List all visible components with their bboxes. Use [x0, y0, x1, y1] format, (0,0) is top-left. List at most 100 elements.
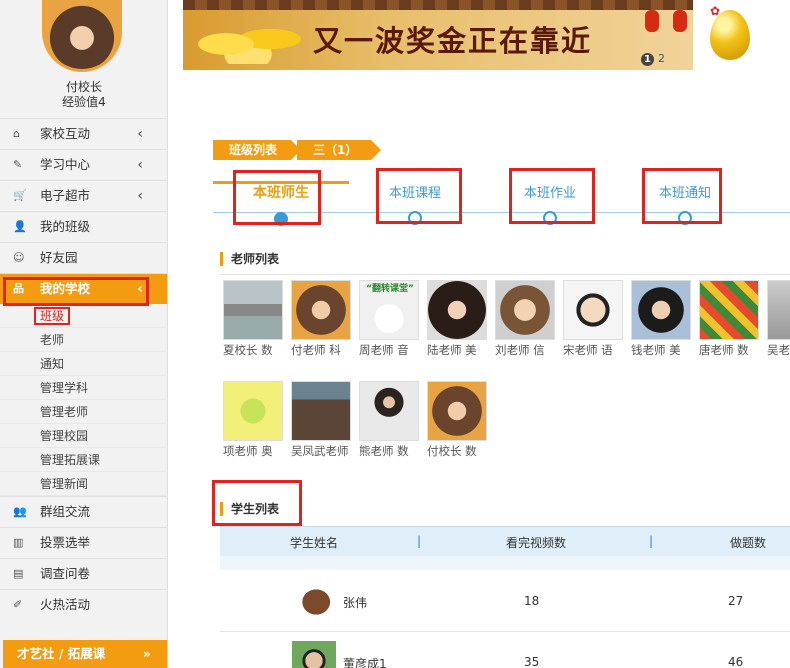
- submenu-item-4[interactable]: 管理老师: [0, 400, 167, 424]
- column-student-name[interactable]: 学生姓名: [290, 534, 338, 551]
- teacher-photo[interactable]: [495, 280, 555, 340]
- banner-page-current[interactable]: 1: [641, 53, 654, 66]
- teacher-name: 宋老师 语: [563, 343, 613, 357]
- breadcrumb-class-list[interactable]: 班级列表: [213, 140, 302, 160]
- divider: [220, 274, 790, 275]
- teacher-name: 付老师 科: [291, 343, 341, 357]
- teacher-photo[interactable]: [291, 381, 351, 441]
- sidebar-item-label: 投票选举: [40, 535, 91, 550]
- highlight-box-tab: [376, 168, 462, 224]
- submenu-item-6[interactable]: 管理拓展课: [0, 448, 167, 472]
- sidebar-item-3[interactable]: 👤 我的班级: [0, 211, 167, 242]
- sidebar-item-label: 群组交流: [40, 504, 91, 519]
- teacher-name: 夏校长 数: [223, 343, 273, 357]
- lantern-icon: [673, 10, 687, 32]
- teacher-card[interactable]: 夏校长 数: [223, 280, 285, 358]
- teacher-name: 陆老师 美: [427, 343, 477, 357]
- teacher-card[interactable]: 钱老师 美: [631, 280, 693, 358]
- talent-club-button[interactable]: 才艺社 / 拓展课 »: [3, 640, 167, 668]
- teacher-name: 钱老师 美: [631, 343, 681, 357]
- submenu-label: 老师: [40, 333, 65, 347]
- submenu-label: 管理老师: [40, 405, 89, 419]
- table-row[interactable]: 张伟 18 27: [220, 572, 790, 632]
- user-experience: 经验值4: [62, 95, 106, 109]
- teacher-card[interactable]: 刘老师 信: [495, 280, 557, 358]
- sidebar-item-extra-1[interactable]: ▥ 投票选举: [0, 527, 167, 558]
- teacher-photo[interactable]: [767, 280, 790, 340]
- teacher-photo[interactable]: “翻转课堂”: [359, 280, 419, 340]
- avatar[interactable]: [42, 0, 122, 72]
- talent-club-label: 才艺社 / 拓展课: [17, 646, 106, 661]
- teacher-card[interactable]: 唐老师 数: [699, 280, 761, 358]
- sidebar-item-extra-2[interactable]: ▤ 调查问卷: [0, 558, 167, 589]
- double-chevron-icon: »: [142, 646, 151, 661]
- student-name[interactable]: 董彦成1: [343, 655, 387, 668]
- teacher-photo[interactable]: [223, 280, 283, 340]
- videos-watched-count: 18: [524, 594, 540, 608]
- teacher-card[interactable]: 付校长 数: [427, 381, 489, 459]
- lantern-icon: [645, 10, 659, 32]
- student-avatar[interactable]: [292, 641, 336, 668]
- promo-banner[interactable]: 又一波奖金正在靠近 12: [183, 0, 693, 70]
- sidebar-item-1[interactable]: ✎ 学习中心 ‹: [0, 149, 167, 180]
- teacher-name: 吴老: [767, 343, 790, 357]
- student-name[interactable]: 张伟: [343, 594, 367, 611]
- submenu-item-1[interactable]: 老师: [0, 328, 167, 352]
- exercises-done-count: 46: [728, 655, 744, 668]
- teacher-grid: 夏校长 数 付老师 科 “翻转课堂” 周老师 音 陆老师 美 刘老师 信 宋老师 语 钱老师 …: [223, 280, 790, 362]
- cart-icon: 🛒: [13, 189, 27, 202]
- teacher-photo[interactable]: [291, 280, 351, 340]
- chevron-left-icon: ‹: [137, 126, 143, 142]
- main-content: 又一波奖金正在靠近 12 ✿ 班级列表 三（1） 本班师生 本班课程 本班作业 本…: [168, 0, 790, 668]
- submenu-item-3[interactable]: 管理学科: [0, 376, 167, 400]
- photo-caption: “翻转课堂”: [366, 284, 414, 294]
- teacher-photo[interactable]: [631, 280, 691, 340]
- teacher-card[interactable]: 付老师 科: [291, 280, 353, 358]
- teacher-card[interactable]: 吴凤武老师: [291, 381, 353, 459]
- fire-icon: ✐: [13, 598, 23, 611]
- column-videos-watched[interactable]: 看完视频数: [506, 534, 566, 551]
- teacher-card[interactable]: 陆老师 美: [427, 280, 489, 358]
- submenu-item-5[interactable]: 管理校园: [0, 424, 167, 448]
- submenu-label: 管理拓展课: [40, 453, 101, 467]
- teacher-card[interactable]: 吴老: [767, 280, 790, 358]
- table-row[interactable]: 董彦成1 35 46: [220, 633, 790, 668]
- submenu-label: 通知: [40, 357, 65, 371]
- sidebar-item-extra-0[interactable]: 👥 群组交流: [0, 496, 167, 527]
- videos-watched-count: 35: [524, 655, 540, 668]
- submenu-item-0[interactable]: 班级: [0, 304, 167, 328]
- teacher-name: 吴凤武老师: [291, 444, 349, 458]
- teacher-photo[interactable]: [427, 381, 487, 441]
- highlight-box-tab: [509, 168, 595, 224]
- teacher-photo[interactable]: [223, 381, 283, 441]
- golden-egg-icon[interactable]: ✿: [710, 5, 750, 60]
- breadcrumb-current-class[interactable]: 三（1）: [297, 140, 382, 160]
- teacher-card[interactable]: 宋老师 语: [563, 280, 625, 358]
- edit-icon: ✎: [13, 158, 23, 171]
- sidebar-item-0[interactable]: ⌂ 家校互动 ‹: [0, 118, 167, 149]
- submenu-label: 管理校园: [40, 429, 89, 443]
- sidebar-item-label: 学习中心: [40, 157, 91, 172]
- teacher-photo[interactable]: [563, 280, 623, 340]
- teacher-photo[interactable]: [359, 381, 419, 441]
- sidebar-item-extra-3[interactable]: ✐ 火热活动: [0, 589, 167, 620]
- teacher-card[interactable]: 熊老师 数: [359, 381, 421, 459]
- submenu-item-7[interactable]: 管理新闻: [0, 472, 167, 496]
- gold-ingot-image: [193, 14, 303, 64]
- submenu-item-2[interactable]: 通知: [0, 352, 167, 376]
- column-exercises-done[interactable]: 做题数: [730, 534, 766, 551]
- sidebar-item-label: 好友园: [40, 250, 78, 265]
- teacher-photo[interactable]: [427, 280, 487, 340]
- sidebar-item-label: 我的班级: [40, 219, 91, 234]
- banner-page-next[interactable]: 2: [658, 52, 665, 65]
- student-avatar[interactable]: [292, 580, 336, 624]
- teacher-card[interactable]: “翻转课堂” 周老师 音: [359, 280, 421, 358]
- banner-pager[interactable]: 12: [641, 52, 665, 66]
- breadcrumb: 班级列表 三（1）: [213, 140, 382, 160]
- user-icon: 👤: [13, 220, 27, 233]
- teacher-photo[interactable]: [699, 280, 759, 340]
- teacher-card[interactable]: 项老师 奥: [223, 381, 285, 459]
- sidebar-item-2[interactable]: 🛒 电子超市 ‹: [0, 180, 167, 211]
- sidebar-item-4[interactable]: ☺ 好友园: [0, 242, 167, 273]
- column-divider: |: [417, 534, 422, 548]
